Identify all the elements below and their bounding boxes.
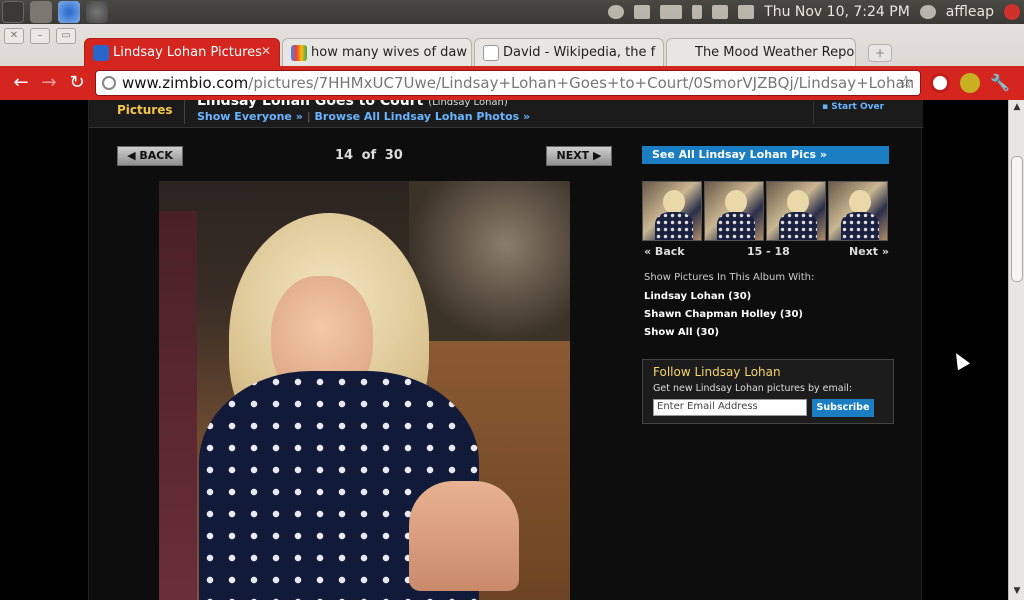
back-button[interactable]: ◀ BACK [117,146,183,166]
subscribe-button[interactable]: Subscribe [812,399,874,417]
tab-close-icon[interactable]: ✕ [261,44,271,58]
show-everyone-link[interactable]: Show Everyone » [197,110,303,123]
thumbnail-15[interactable] [642,181,702,241]
tab-title: how many wives of daw [311,45,468,60]
scroll-up-icon[interactable]: ▲ [1011,102,1023,114]
scrollbar-thumb[interactable] [1011,156,1023,282]
adblock-extension-icon[interactable] [930,73,950,93]
bookmark-star-icon[interactable]: ☆ [898,72,914,93]
window-close-icon[interactable]: ✕ [4,28,24,44]
thumbnail-range: 15 - 18 [747,245,790,258]
album-link-lindsay-lohan[interactable]: Lindsay Lohan (30) [644,291,751,302]
back-arrow-icon[interactable]: ← [10,72,32,94]
album-link-show-all[interactable]: Show All (30) [644,327,719,338]
navigation-bar: ← → ↻ www.zimbio.com/pictures/7HHMxUC7Uw… [0,66,1024,100]
settings-launcher-icon[interactable] [86,1,108,23]
address-bar[interactable]: www.zimbio.com/pictures/7HHMxUC7Uwe/Lind… [95,70,921,96]
thumbnail-next-link[interactable]: Next » [849,245,889,258]
background-figure [409,181,570,341]
ubuntu-logo-icon[interactable] [2,1,24,23]
user-icon[interactable] [919,5,936,19]
user-name[interactable]: affleap [946,4,994,20]
thumbnail-17[interactable] [766,181,826,241]
header-links: Show Everyone » | Browse All Lindsay Lohan… [197,110,531,123]
person-left [159,211,197,600]
thumbnail-18[interactable] [828,181,888,241]
zimbio-favicon-icon [93,45,109,61]
tab-mood-weather[interactable]: The Mood Weather Repo [666,38,856,66]
email-field[interactable]: Enter Email Address [653,399,807,416]
google-favicon-icon [291,45,307,61]
start-over-link[interactable]: ▪ Start Over [813,102,913,124]
tab-wikipedia[interactable]: David - Wikipedia, the f [474,38,664,66]
clock[interactable]: Thu Nov 10, 7:24 PM [764,4,910,20]
bluetooth-icon[interactable] [692,5,703,19]
main-photo[interactable] [159,181,570,600]
gallery-header: Pictures Lindsay Lohan Goes to Court (Li… [89,100,923,128]
battery-icon[interactable] [660,5,683,19]
reload-icon[interactable]: ↻ [66,72,88,94]
section-label[interactable]: Pictures [117,103,173,117]
album-link-shawn-chapman-holley[interactable]: Shawn Chapman Holley (30) [644,309,803,320]
window-minimize-icon[interactable]: – [30,28,50,44]
follow-subtitle: Get new Lindsay Lohan pictures by email: [653,383,853,394]
see-all-pics-link[interactable]: See All Lindsay Lohan Pics » [642,146,889,164]
globe-icon [102,76,116,90]
thumbnail-navigation: « Back 15 - 18 Next » [644,245,889,261]
text-editor-launcher-icon[interactable] [30,1,52,23]
tab-lindsay-lohan-pictures[interactable]: Lindsay Lohan Pictures ✕ [84,38,280,66]
extension-icon[interactable] [960,73,980,93]
follow-box: Follow Lindsay Lohan Get new Lindsay Loh… [642,359,894,424]
wrench-menu-icon[interactable]: 🔧 [990,73,1010,93]
next-button[interactable]: NEXT ▶ [546,146,612,166]
browser-chrome: ✕ – ▭ Lindsay Lohan Pictures ✕ how many … [0,24,1024,100]
divider [184,100,185,124]
chrome-launcher-icon[interactable] [58,1,80,23]
tab-title: The Mood Weather Repo [695,45,855,60]
volume-icon[interactable] [712,5,729,19]
thumbnail-16[interactable] [704,181,764,241]
power-icon[interactable] [1004,4,1020,20]
system-top-panel: Thu Nov 10, 7:24 PM affleap [0,0,1024,24]
thumbnail-back-link[interactable]: « Back [644,245,685,258]
arm [409,481,519,591]
follow-heading: Follow Lindsay Lohan [653,365,781,379]
tab-title: David - Wikipedia, the f [503,45,656,60]
gallery-title: Lindsay Lohan Goes to Court (Lindsay Loh… [197,100,508,109]
scroll-down-icon[interactable]: ▼ [1011,586,1023,598]
album-filter-heading: Show Pictures In This Album With: [644,272,815,283]
forward-arrow-icon[interactable]: → [38,72,60,94]
photo-counter: 14 of 30 [335,148,403,163]
main-content: Pictures Lindsay Lohan Goes to Court (Li… [88,100,923,600]
tab-title: Lindsay Lohan Pictures [113,45,262,60]
status-indicator-icon[interactable] [608,5,625,19]
new-tab-button[interactable]: + [868,44,892,62]
wikipedia-favicon-icon [483,45,499,61]
tab-google-search[interactable]: how many wives of daw [282,38,472,66]
browse-all-photos-link[interactable]: Browse All Lindsay Lohan Photos » [315,110,531,123]
mail-icon[interactable] [738,5,755,19]
web-page: Pictures Lindsay Lohan Goes to Court (Li… [0,100,1008,600]
vertical-scrollbar[interactable]: ▲ ▼ [1008,100,1024,600]
window-maximize-icon[interactable]: ▭ [56,28,76,44]
url-text[interactable]: www.zimbio.com/pictures/7HHMxUC7Uwe/Lind… [122,74,914,92]
wifi-icon[interactable] [634,5,651,19]
